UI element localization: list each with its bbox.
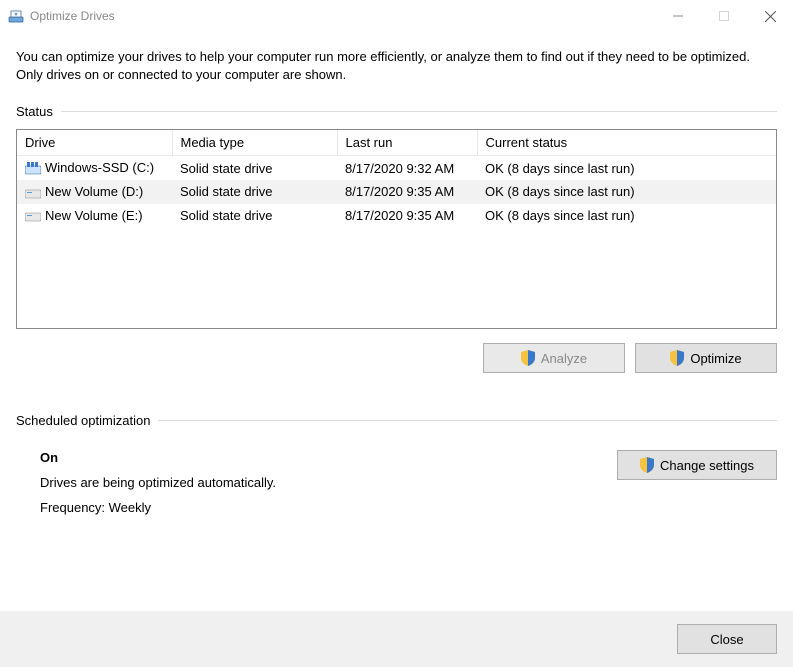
analyze-label: Analyze <box>541 351 587 366</box>
window-controls <box>655 0 793 32</box>
col-drive[interactable]: Drive <box>17 130 172 156</box>
app-icon <box>8 8 24 24</box>
schedule-section-header: Scheduled optimization <box>16 413 777 428</box>
optimize-button[interactable]: Optimize <box>635 343 777 373</box>
shield-icon <box>670 350 684 366</box>
drive-media: Solid state drive <box>172 204 337 228</box>
analyze-button: Analyze <box>483 343 625 373</box>
schedule-freq: Frequency: Weekly <box>40 500 617 515</box>
table-row[interactable]: New Volume (E:) Solid state drive8/17/202… <box>17 204 776 228</box>
col-lastrun[interactable]: Last run <box>337 130 477 156</box>
optimize-label: Optimize <box>690 351 741 366</box>
change-settings-button[interactable]: Change settings <box>617 450 777 480</box>
drive-lastrun: 8/17/2020 9:32 AM <box>337 156 477 180</box>
schedule-desc: Drives are being optimized automatically… <box>40 475 617 490</box>
change-settings-label: Change settings <box>660 458 754 473</box>
table-row[interactable]: Windows-SSD (C:) Solid state drive8/17/20… <box>17 156 776 180</box>
close-button[interactable] <box>747 0 793 32</box>
drive-table[interactable]: Drive Media type Last run Current status… <box>16 129 777 329</box>
col-media[interactable]: Media type <box>172 130 337 156</box>
drive-name: Windows-SSD (C:) <box>45 160 154 175</box>
shield-icon <box>640 457 654 473</box>
drive-status: OK (8 days since last run) <box>477 204 776 228</box>
table-header-row: Drive Media type Last run Current status <box>17 130 776 156</box>
shield-icon <box>521 350 535 366</box>
divider <box>61 111 777 112</box>
footer: Close <box>0 611 793 667</box>
drive-lastrun: 8/17/2020 9:35 AM <box>337 180 477 204</box>
drive-name: New Volume (E:) <box>45 208 143 223</box>
drive-icon <box>25 162 41 176</box>
drive-media: Solid state drive <box>172 180 337 204</box>
drive-name: New Volume (D:) <box>45 184 143 199</box>
schedule-on: On <box>40 450 617 465</box>
divider <box>158 420 777 421</box>
schedule-label: Scheduled optimization <box>16 413 158 428</box>
titlebar: Optimize Drives <box>0 0 793 32</box>
table-row[interactable]: New Volume (D:) Solid state drive8/17/202… <box>17 180 776 204</box>
window-title: Optimize Drives <box>30 9 115 23</box>
description-text: You can optimize your drives to help you… <box>16 48 777 84</box>
status-label: Status <box>16 104 61 119</box>
drive-media: Solid state drive <box>172 156 337 180</box>
maximize-button[interactable] <box>701 0 747 32</box>
drive-status: OK (8 days since last run) <box>477 180 776 204</box>
drive-lastrun: 8/17/2020 9:35 AM <box>337 204 477 228</box>
drive-status: OK (8 days since last run) <box>477 156 776 180</box>
col-status[interactable]: Current status <box>477 130 776 156</box>
minimize-button[interactable] <box>655 0 701 32</box>
close-button-footer[interactable]: Close <box>677 624 777 654</box>
status-section-header: Status <box>16 104 777 119</box>
close-label: Close <box>710 632 743 647</box>
drive-icon <box>25 209 41 223</box>
drive-icon <box>25 186 41 200</box>
